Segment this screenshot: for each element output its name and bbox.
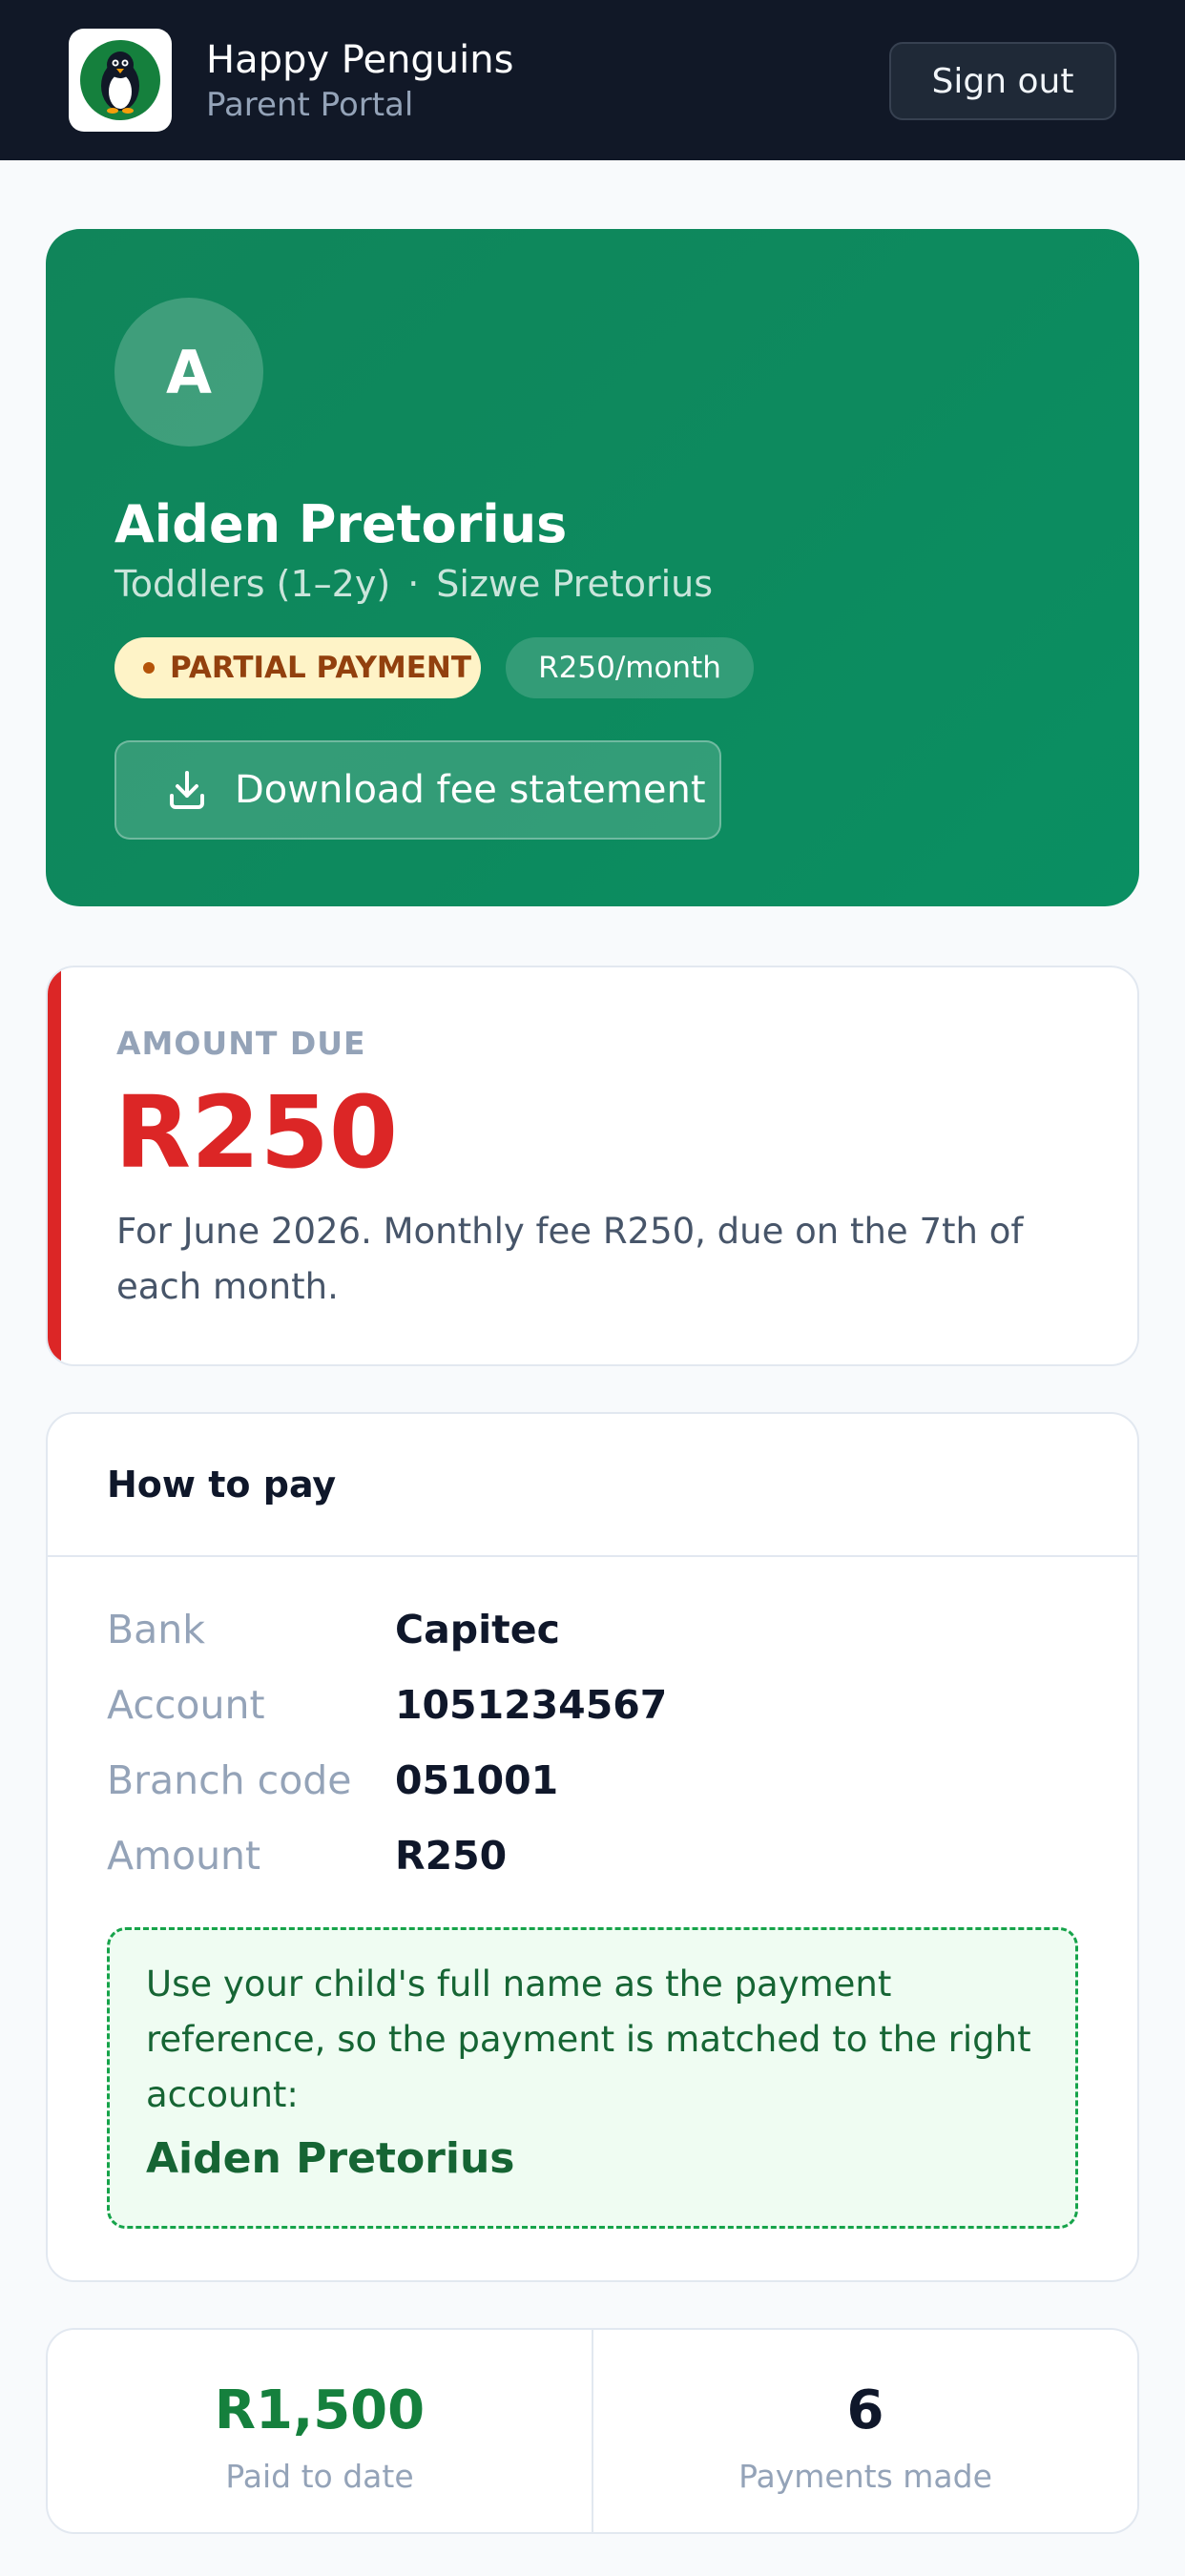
sign-out-button[interactable]: Sign out bbox=[889, 42, 1116, 120]
bank-label: Bank bbox=[107, 1607, 205, 1652]
paid-to-date-value: R1,500 bbox=[214, 2379, 426, 2441]
amount-due-value: R250 bbox=[114, 1074, 399, 1191]
status-badge-label: PARTIAL PAYMENT bbox=[170, 651, 472, 685]
payment-stats-card: R1,500 Paid to date 6 Payments made bbox=[46, 2328, 1139, 2534]
account-label: Account bbox=[107, 1682, 265, 1728]
app-subtitle: Parent Portal bbox=[206, 86, 414, 124]
status-dot-icon bbox=[143, 662, 155, 674]
card-divider bbox=[48, 1555, 1137, 1557]
child-name: Aiden Pretorius bbox=[114, 494, 568, 554]
account-row: Account 1051234567 bbox=[107, 1682, 1061, 1739]
download-statement-button[interactable]: Download fee statement bbox=[114, 740, 721, 840]
due-accent-bar bbox=[48, 967, 61, 1364]
penguin-logo-icon bbox=[69, 29, 172, 132]
branch-code-value: 051001 bbox=[395, 1757, 559, 1803]
paid-to-date-label: Paid to date bbox=[225, 2458, 414, 2495]
bank-value: Capitec bbox=[395, 1607, 560, 1652]
amount-due-card: AMOUNT DUE R250 For June 2026. Monthly f… bbox=[46, 966, 1139, 1366]
app-name: Happy Penguins bbox=[206, 38, 514, 82]
bank-row: Bank Capitec bbox=[107, 1607, 1061, 1664]
amount-due-label: AMOUNT DUE bbox=[116, 1025, 366, 1062]
class-name: Toddlers (1–2y) bbox=[114, 563, 391, 605]
child-meta: Toddlers (1–2y) · Sizwe Pretorius bbox=[114, 563, 713, 605]
amount-row: Amount R250 bbox=[107, 1833, 1061, 1890]
amount-due-note: For June 2026. Monthly fee R250, due on … bbox=[116, 1211, 1024, 1307]
download-statement-label: Download fee statement bbox=[235, 768, 706, 812]
paid-to-date-stat: R1,500 Paid to date bbox=[48, 2330, 592, 2532]
branch-code-label: Branch code bbox=[107, 1757, 352, 1803]
payments-made-value: 6 bbox=[846, 2379, 884, 2441]
payment-reference-name: Aiden Pretorius bbox=[146, 2134, 515, 2183]
parent-name: Sizwe Pretorius bbox=[436, 563, 714, 605]
avatar: A bbox=[114, 298, 263, 447]
download-icon bbox=[170, 771, 204, 809]
meta-separator: · bbox=[407, 563, 420, 605]
payment-reference-box: Use your child's full name as the paymen… bbox=[107, 1927, 1078, 2229]
payment-reference-instructions: Use your child's full name as the paymen… bbox=[146, 1963, 1031, 2115]
how-to-pay-card: How to pay Bank Capitec Account 10512345… bbox=[46, 1412, 1139, 2282]
account-value: 1051234567 bbox=[395, 1682, 668, 1728]
how-to-pay-title: How to pay bbox=[107, 1464, 337, 1506]
status-badge: PARTIAL PAYMENT bbox=[114, 637, 481, 698]
amount-value: R250 bbox=[395, 1833, 508, 1879]
amount-label: Amount bbox=[107, 1833, 261, 1879]
fee-badge: R250/month bbox=[506, 637, 754, 698]
payments-made-stat: 6 Payments made bbox=[593, 2330, 1137, 2532]
payments-made-label: Payments made bbox=[738, 2458, 992, 2495]
child-profile-card: A Aiden Pretorius Toddlers (1–2y) · Sizw… bbox=[46, 229, 1139, 906]
top-bar: Happy Penguins Parent Portal Sign out bbox=[0, 0, 1185, 160]
branch-code-row: Branch code 051001 bbox=[107, 1757, 1061, 1815]
